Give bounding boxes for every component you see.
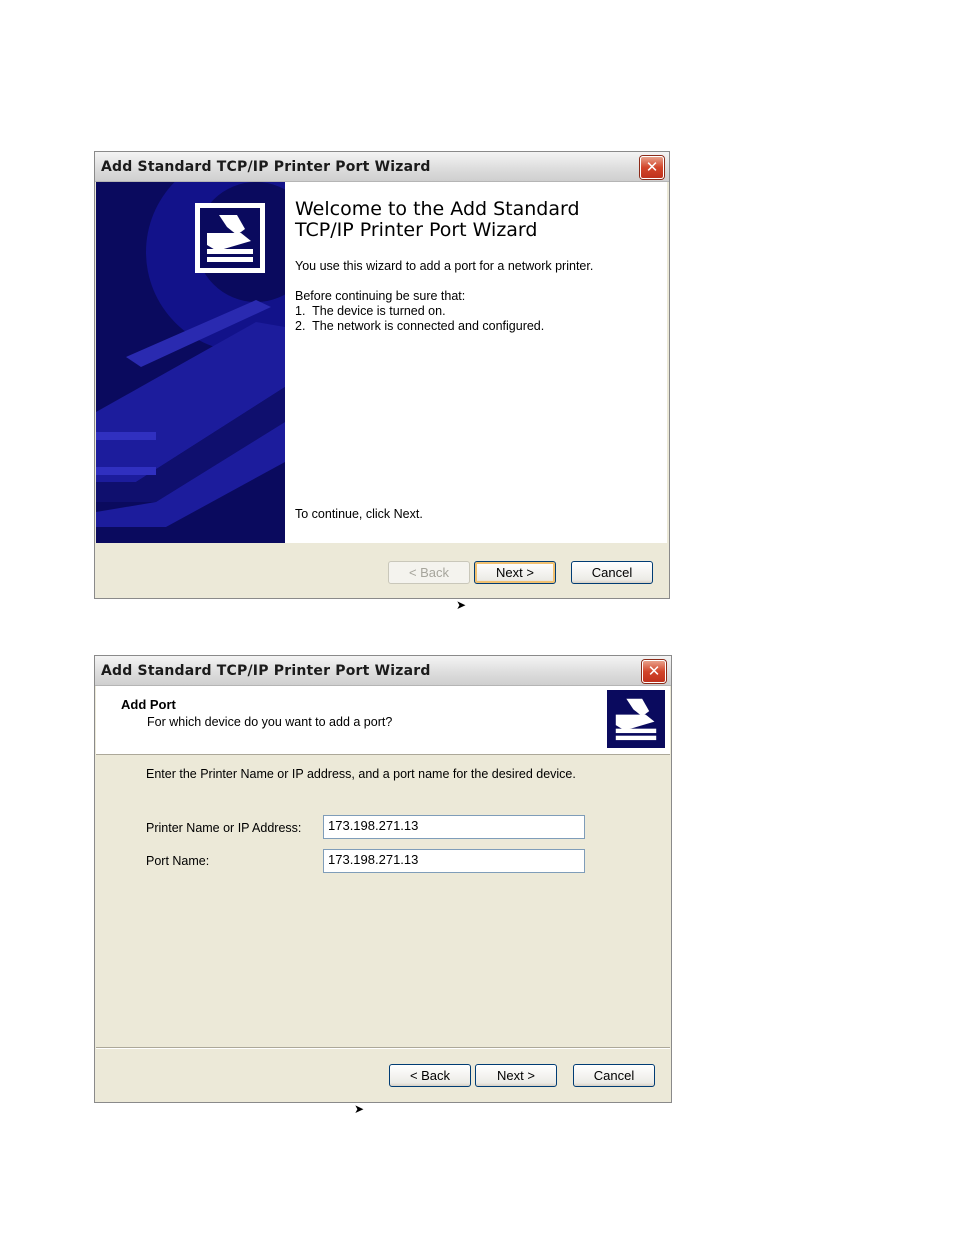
header-title: Add Port (121, 697, 176, 712)
printer-icon (607, 690, 665, 748)
welcome-heading: Welcome to the Add Standard TCP/IP Print… (295, 199, 580, 241)
intro-text: You use this wizard to add a port for a … (295, 259, 594, 273)
before-text: Before continuing be sure that: (295, 289, 466, 303)
cancel-button[interactable]: Cancel (573, 1064, 655, 1087)
back-button[interactable]: < Back (388, 561, 470, 584)
continue-text: To continue, click Next. (295, 507, 423, 521)
heading-line-1: Welcome to the Add Standard (295, 198, 580, 220)
content-panel: Welcome to the Add Standard TCP/IP Print… (285, 182, 667, 543)
window-title: Add Standard TCP/IP Printer Port Wizard (101, 663, 431, 679)
port-name-input[interactable]: 173.198.271.13 (323, 849, 585, 873)
checklist-item-2: 2. The network is connected and configur… (295, 319, 545, 333)
close-button[interactable]: ✕ (642, 660, 666, 683)
printer-name-input[interactable]: 173.198.271.13 (323, 815, 585, 839)
header-subtitle: For which device do you want to add a po… (147, 715, 393, 729)
instruction-text: Enter the Printer Name or IP address, an… (146, 767, 576, 781)
title-bar[interactable]: Add Standard TCP/IP Printer Port Wizard … (95, 656, 671, 686)
add-port-wizard-dialog: Add Standard TCP/IP Printer Port Wizard … (94, 655, 672, 1103)
arrow-icon: ➤ (456, 598, 467, 612)
printer-icon (195, 203, 265, 273)
separator (96, 1047, 670, 1049)
back-button[interactable]: < Back (389, 1064, 471, 1087)
next-button[interactable]: Next > (474, 561, 556, 584)
cancel-button[interactable]: Cancel (571, 561, 653, 584)
printer-name-label: Printer Name or IP Address: (146, 821, 302, 835)
title-bar[interactable]: Add Standard TCP/IP Printer Port Wizard … (95, 152, 669, 182)
heading-line-2: TCP/IP Printer Port Wizard (295, 219, 538, 241)
close-button[interactable]: ✕ (640, 156, 664, 179)
wizard-header: Add Port For which device do you want to… (96, 686, 670, 755)
checklist-item-1: 1. The device is turned on. (295, 304, 446, 318)
arrow-icon: ➤ (354, 1102, 365, 1116)
wizard-banner (96, 182, 285, 543)
window-title: Add Standard TCP/IP Printer Port Wizard (101, 159, 431, 175)
welcome-wizard-dialog: Add Standard TCP/IP Printer Port Wizard … (94, 151, 670, 599)
next-button[interactable]: Next > (475, 1064, 557, 1087)
port-name-label: Port Name: (146, 854, 210, 868)
